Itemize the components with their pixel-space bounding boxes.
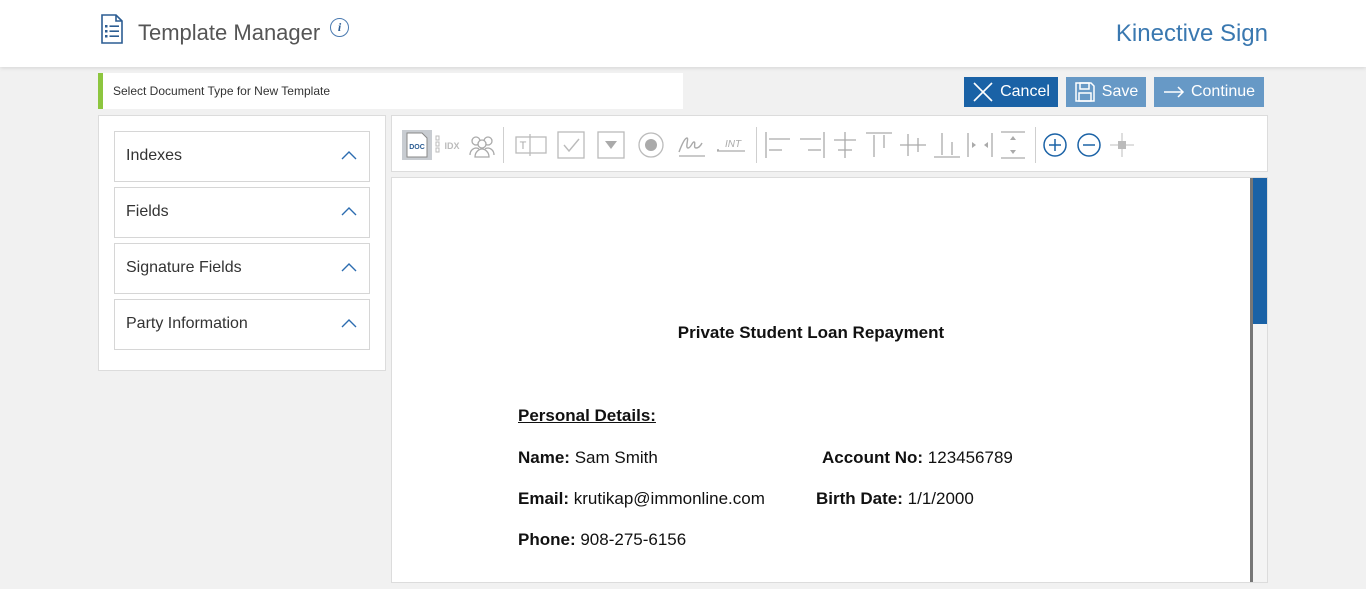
zoom-out-icon[interactable] [1076, 130, 1102, 160]
birth-date-value: 1/1/2000 [907, 489, 974, 508]
document-type-selector[interactable]: Select Document Type for New Template [98, 73, 683, 109]
phone-label: Phone: [518, 530, 576, 549]
toolbar-separator [503, 127, 504, 163]
page-title: Template Manager [138, 20, 321, 45]
align-bottom-icon[interactable] [932, 130, 962, 160]
save-button-label: Save [1101, 83, 1139, 100]
toolbar-separator [756, 127, 757, 163]
accordion-label: Party Information [126, 315, 248, 332]
chevron-up-icon [341, 151, 357, 160]
accordion-signature-fields[interactable]: Signature Fields [114, 243, 370, 294]
scrollbar-thumb[interactable] [1253, 178, 1267, 324]
chevron-up-icon [341, 319, 357, 328]
vertical-scrollbar[interactable] [1250, 178, 1267, 582]
parties-icon[interactable] [468, 130, 496, 160]
accordion-label: Indexes [126, 147, 183, 164]
brand-name: Kinective Sign [1115, 20, 1268, 47]
checkbox-field-icon[interactable] [556, 130, 586, 160]
fit-page-icon[interactable] [1108, 130, 1136, 160]
account-line: Account No: 123456789 [822, 448, 1013, 468]
document-viewer[interactable]: Private Student Loan Repayment Personal … [391, 177, 1268, 583]
align-center-icon[interactable] [830, 130, 860, 160]
cancel-button[interactable]: Cancel [964, 77, 1058, 107]
close-icon [973, 82, 993, 102]
accordion-indexes[interactable]: Indexes [114, 131, 370, 182]
name-line: Name: Sam Smith [518, 448, 658, 468]
cancel-button-label: Cancel [1000, 83, 1050, 100]
zoom-in-icon[interactable] [1042, 130, 1068, 160]
template-list-icon [101, 14, 123, 44]
editor-toolbar: DOC IDX T INT [391, 115, 1268, 172]
account-label: Account No: [822, 448, 924, 467]
email-label: Email: [518, 489, 570, 508]
name-label: Name: [518, 448, 570, 467]
initials-field-icon[interactable]: INT [714, 130, 748, 160]
app-header: Template Manager i Kinective Sign [0, 0, 1366, 67]
index-view-icon[interactable]: IDX [434, 130, 464, 160]
align-top-icon[interactable] [864, 130, 894, 160]
document-title: Private Student Loan Repayment [677, 323, 945, 342]
accordion-party-information[interactable]: Party Information [114, 299, 370, 350]
align-middle-icon[interactable] [898, 130, 928, 160]
birth-date-line: Birth Date: 1/1/2000 [816, 489, 974, 509]
distribute-horizontal-icon[interactable] [966, 130, 994, 160]
doc-icon-text: DOC [409, 144, 425, 151]
email-line: Email: krutikap@immonline.com [518, 489, 765, 509]
chevron-up-icon [341, 263, 357, 272]
continue-button[interactable]: Continue [1154, 77, 1264, 107]
radio-field-icon[interactable] [636, 130, 666, 160]
phone-line: Phone: 908-275-6156 [518, 530, 686, 550]
info-icon[interactable]: i [330, 18, 349, 37]
idx-icon-text: IDX [444, 141, 459, 151]
document-view-icon[interactable]: DOC [402, 130, 432, 160]
text-field-icon[interactable]: T [514, 130, 548, 160]
chevron-up-icon [341, 207, 357, 216]
toolbar-separator [1035, 127, 1036, 163]
account-value: 123456789 [927, 448, 1013, 467]
floppy-disk-icon [1075, 82, 1095, 102]
align-right-icon[interactable] [796, 130, 826, 160]
continue-button-label: Continue [1190, 83, 1256, 100]
dropdown-field-icon[interactable] [596, 130, 626, 160]
initials-icon-text: INT [725, 139, 742, 150]
birth-date-label: Birth Date: [816, 489, 903, 508]
distribute-vertical-icon[interactable] [998, 130, 1028, 160]
align-left-icon[interactable] [764, 130, 794, 160]
arrow-right-icon [1163, 86, 1185, 98]
save-button[interactable]: Save [1066, 77, 1146, 107]
document-type-label: Select Document Type for New Template [113, 84, 330, 98]
name-value: Sam Smith [574, 448, 658, 467]
document-section-heading: Personal Details: [518, 406, 656, 425]
text-field-icon-text: T [520, 140, 527, 152]
accordion-fields[interactable]: Fields [114, 187, 370, 238]
field-palette-panel: Indexes Fields Signature Fields Party In… [98, 115, 386, 371]
accordion-label: Signature Fields [126, 259, 242, 276]
email-value: krutikap@immonline.com [573, 489, 765, 508]
phone-value: 908-275-6156 [580, 530, 687, 549]
signature-field-icon[interactable] [676, 130, 708, 160]
accordion-label: Fields [126, 203, 169, 220]
